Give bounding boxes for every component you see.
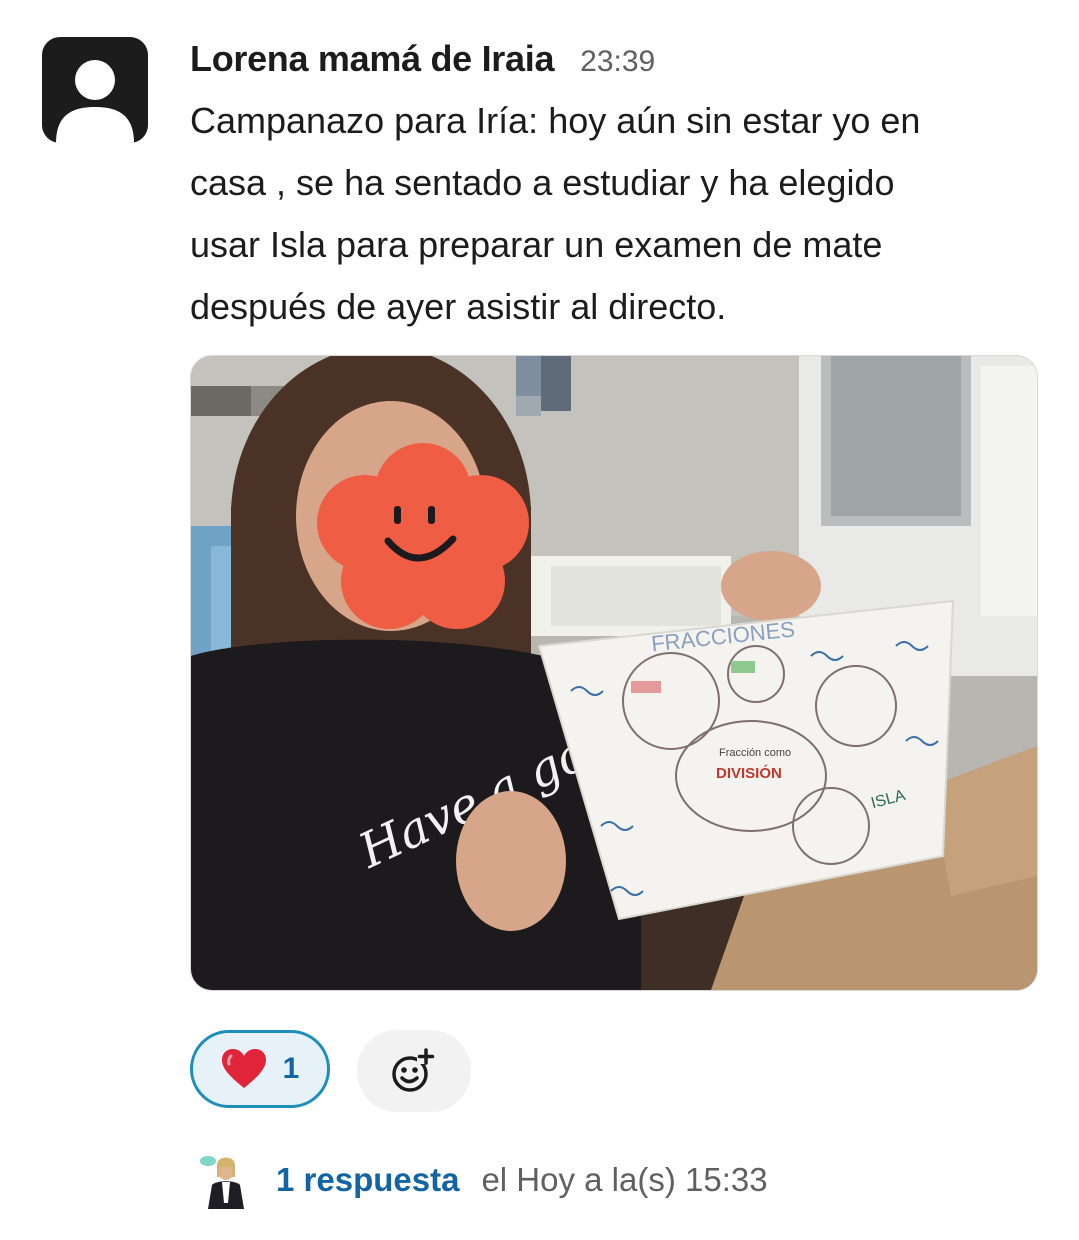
author-name[interactable]: Lorena mamá de Iraia: [190, 38, 554, 80]
message-timestamp[interactable]: 23:39: [580, 45, 655, 79]
add-reaction-button[interactable]: [357, 1030, 471, 1112]
paper-center: DIVISIÓN: [716, 764, 782, 782]
thread-last-reply-time: el Hoy a la(s) 15:33: [481, 1161, 768, 1198]
add-emoji-icon: [392, 1048, 435, 1092]
author-avatar[interactable]: [42, 37, 148, 143]
message-line: casa , se ha sentado a estudiar y ha ele…: [190, 162, 895, 203]
message-line: Campanazo para Iría: hoy aún sin estar y…: [190, 100, 921, 141]
message-header: Lorena mamá de Iraia 23:39: [190, 38, 655, 82]
image-attachment[interactable]: Have a go FRACCIONES Fracción como DIVIS…: [190, 355, 1038, 991]
heart-icon: [221, 1049, 266, 1088]
user-silhouette-icon: [56, 60, 134, 143]
message-line: después de ayer asistir al directo.: [190, 286, 727, 327]
heart-reaction-button[interactable]: 1: [190, 1030, 330, 1108]
message-line: usar Isla para preparar un examen de mat…: [190, 224, 883, 265]
thread-replies-link[interactable]: 1 respuesta: [276, 1161, 459, 1199]
thread-summary[interactable]: 1 respuesta el Hoy a la(s) 15:33: [196, 1150, 768, 1210]
paper-center-label: Fracción como: [719, 747, 791, 759]
replier-avatar[interactable]: [196, 1151, 254, 1209]
message-body: Campanazo para Iría: hoy aún sin estar y…: [190, 90, 1050, 338]
photo-girl-with-worksheet: Have a go FRACCIONES Fracción como DIVIS…: [191, 356, 1037, 990]
reaction-count: 1: [282, 1052, 300, 1085]
